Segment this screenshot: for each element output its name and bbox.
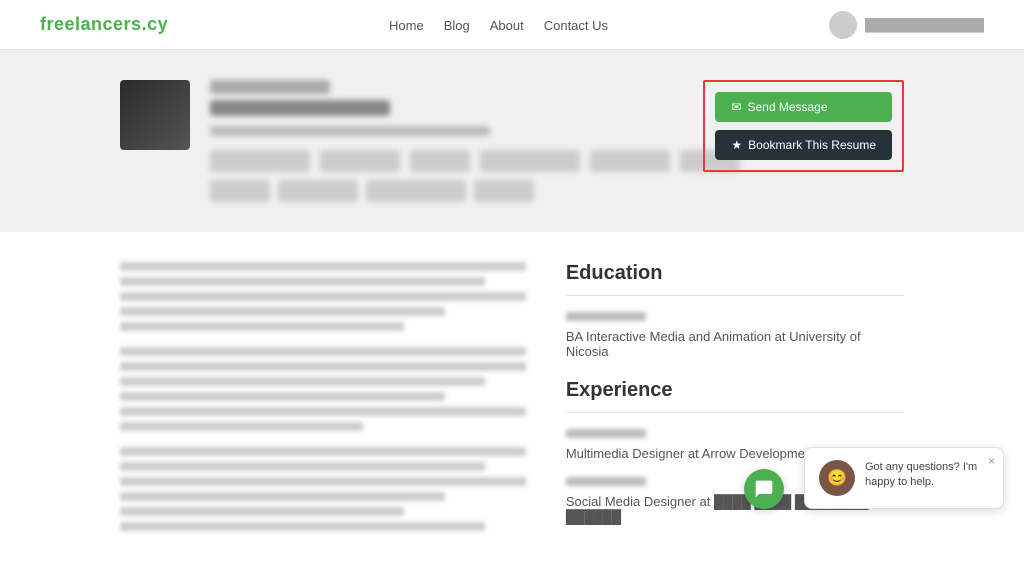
profile-tag	[210, 150, 310, 172]
main-content: Education BA Interactive Media and Anima…	[0, 232, 1024, 577]
text-line	[120, 507, 404, 516]
text-line	[120, 362, 526, 371]
user-menu[interactable]: ██████████████	[829, 11, 984, 39]
text-line	[120, 462, 485, 471]
exp-date-2	[566, 477, 646, 486]
profile-tag	[210, 180, 270, 202]
exp-date-1	[566, 429, 646, 438]
bookmark-icon: ★	[731, 138, 742, 152]
nav-contact[interactable]: Contact Us	[544, 18, 608, 33]
profile-actions-box: ✉ Send Message ★ Bookmark This Resume	[703, 80, 904, 172]
bio-paragraph-2	[120, 347, 526, 431]
profile-tag	[590, 150, 670, 172]
text-line	[120, 347, 526, 356]
text-line	[120, 477, 526, 486]
chat-message: Got any questions? I'm happy to help.	[865, 460, 989, 491]
education-title: Education	[566, 262, 904, 285]
education-item: BA Interactive Media and Animation at Un…	[566, 312, 904, 359]
bookmark-resume-button[interactable]: ★ Bookmark This Resume	[715, 130, 892, 160]
bio-paragraph-3	[120, 447, 526, 531]
send-message-label: Send Message	[747, 100, 827, 114]
text-line	[120, 407, 526, 416]
profile-tag	[320, 150, 400, 172]
bookmark-label: Bookmark This Resume	[748, 138, 876, 152]
text-line	[120, 292, 526, 301]
chat-avatar: 😊	[819, 460, 855, 496]
bio-paragraph-1	[120, 262, 526, 331]
chat-fab-icon	[754, 479, 774, 499]
profile-tag	[278, 180, 358, 202]
profile-tag	[474, 180, 534, 202]
text-line	[120, 522, 485, 531]
profile-tag	[366, 180, 466, 202]
user-avatar-icon	[829, 11, 857, 39]
education-divider	[566, 295, 904, 296]
text-line	[120, 447, 526, 456]
send-message-button[interactable]: ✉ Send Message	[715, 92, 892, 122]
text-line	[120, 322, 404, 331]
send-icon: ✉	[731, 100, 741, 114]
profile-tag	[480, 150, 580, 172]
text-line	[120, 307, 445, 316]
user-name: ██████████████	[865, 18, 984, 32]
profile-meta	[210, 126, 490, 136]
text-line	[120, 492, 445, 501]
brand-logo: freelancers.cy	[40, 14, 168, 35]
chat-widget: 😊 Got any questions? I'm happy to help. …	[804, 447, 1004, 509]
chat-fab-button[interactable]	[744, 469, 784, 509]
bio-section	[120, 262, 526, 547]
profile-avatar	[120, 80, 190, 150]
text-line	[120, 262, 526, 271]
nav-about[interactable]: About	[490, 18, 524, 33]
text-line	[120, 422, 363, 431]
profile-header: ✉ Send Message ★ Bookmark This Resume	[0, 50, 1024, 232]
experience-title: Experience	[566, 379, 904, 402]
nav-home[interactable]: Home	[389, 18, 424, 33]
edu-date	[566, 312, 646, 321]
profile-name	[210, 80, 330, 94]
profile-tags-row2	[210, 180, 904, 202]
education-section: Education BA Interactive Media and Anima…	[566, 262, 904, 359]
navbar: freelancers.cy Home Blog About Contact U…	[0, 0, 1024, 50]
text-line	[120, 277, 485, 286]
nav-links: Home Blog About Contact Us	[389, 17, 608, 33]
avatar-image	[120, 80, 190, 150]
chat-close-button[interactable]: ×	[988, 454, 995, 468]
experience-divider	[566, 412, 904, 413]
text-line	[120, 377, 485, 386]
profile-tag	[410, 150, 470, 172]
profile-title	[210, 100, 390, 116]
text-line	[120, 392, 445, 401]
nav-blog[interactable]: Blog	[444, 18, 470, 33]
edu-degree: BA Interactive Media and Animation at Un…	[566, 329, 904, 359]
